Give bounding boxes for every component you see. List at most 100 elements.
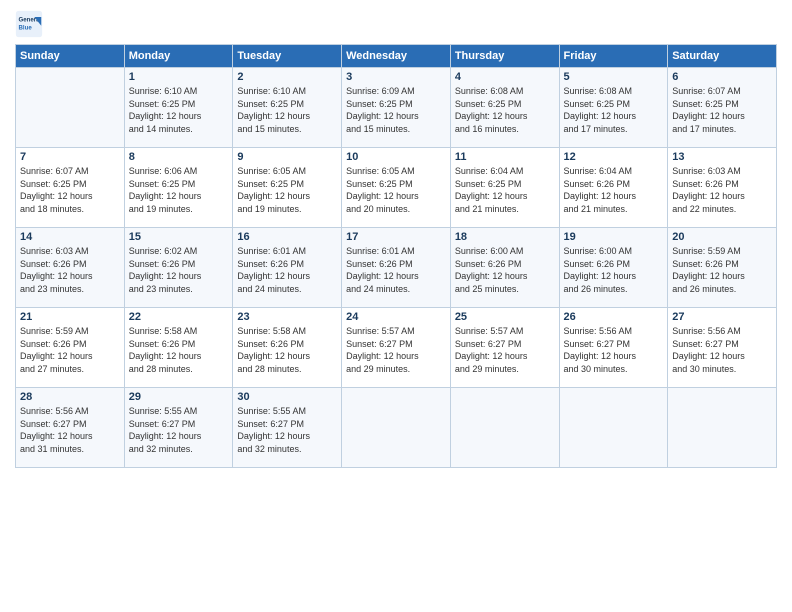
calendar-cell: 20 Sunrise: 5:59 AM Sunset: 6:26 PM Dayli… <box>668 228 777 308</box>
calendar-cell: 26 Sunrise: 5:56 AM Sunset: 6:27 PM Dayli… <box>559 308 668 388</box>
svg-text:Blue: Blue <box>19 24 33 31</box>
calendar-cell: 11 Sunrise: 6:04 AM Sunset: 6:25 PM Dayli… <box>450 148 559 228</box>
calendar-cell: 7Sunrise: 6:07 AM Sunset: 6:25 PM Daylig… <box>16 148 125 228</box>
calendar-cell: 10 Sunrise: 6:05 AM Sunset: 6:25 PM Dayli… <box>342 148 451 228</box>
weekday-header-sunday: Sunday <box>16 45 125 68</box>
week-row-1: 1 Sunrise: 6:10 AM Sunset: 6:25 PM Daylig… <box>16 68 777 148</box>
day-number: 21 <box>20 311 120 323</box>
day-number: 20 <box>672 231 772 243</box>
day-number: 23 <box>237 311 337 323</box>
day-info: Sunrise: 5:57 AM Sunset: 6:27 PM Dayligh… <box>346 325 446 375</box>
logo: General Blue <box>15 10 47 38</box>
weekday-header-wednesday: Wednesday <box>342 45 451 68</box>
day-info: Sunrise: 5:59 AM Sunset: 6:26 PM Dayligh… <box>672 245 772 295</box>
day-number: 12 <box>564 151 664 163</box>
week-row-5: 28 Sunrise: 5:56 AM Sunset: 6:27 PM Dayli… <box>16 388 777 468</box>
day-info: Sunrise: 6:01 AM Sunset: 6:26 PM Dayligh… <box>237 245 337 295</box>
calendar-cell: 28 Sunrise: 5:56 AM Sunset: 6:27 PM Dayli… <box>16 388 125 468</box>
calendar-page: General Blue SundayMondayTuesdayWednesda… <box>0 0 792 612</box>
day-info: Sunrise: 5:56 AM Sunset: 6:27 PM Dayligh… <box>20 405 120 455</box>
day-info: Sunrise: 5:55 AM Sunset: 6:27 PM Dayligh… <box>129 405 229 455</box>
day-info: Sunrise: 6:03 AM Sunset: 6:26 PM Dayligh… <box>672 165 772 215</box>
weekday-header-tuesday: Tuesday <box>233 45 342 68</box>
day-number: 6 <box>672 71 772 83</box>
weekday-header-saturday: Saturday <box>668 45 777 68</box>
calendar-cell: 9 Sunrise: 6:05 AM Sunset: 6:25 PM Daylig… <box>233 148 342 228</box>
calendar-cell <box>668 388 777 468</box>
day-info: Sunrise: 6:10 AM Sunset: 6:25 PM Dayligh… <box>129 85 229 135</box>
day-number: 29 <box>129 391 229 403</box>
day-number: 14 <box>20 231 120 243</box>
day-number: 15 <box>129 231 229 243</box>
day-info: Sunrise: 6:00 AM Sunset: 6:26 PM Dayligh… <box>564 245 664 295</box>
day-info: Sunrise: 6:07 AM Sunset: 6:25 PM Dayligh… <box>672 85 772 135</box>
calendar-cell <box>342 388 451 468</box>
day-number: 2 <box>237 71 337 83</box>
calendar-cell: 23 Sunrise: 5:58 AM Sunset: 6:26 PM Dayli… <box>233 308 342 388</box>
logo-icon: General Blue <box>15 10 43 38</box>
calendar-cell: 25Sunrise: 5:57 AM Sunset: 6:27 PM Dayli… <box>450 308 559 388</box>
day-info: Sunrise: 6:06 AM Sunset: 6:25 PM Dayligh… <box>129 165 229 215</box>
calendar-cell <box>450 388 559 468</box>
day-number: 30 <box>237 391 337 403</box>
day-number: 19 <box>564 231 664 243</box>
calendar-cell: 22 Sunrise: 5:58 AM Sunset: 6:26 PM Dayli… <box>124 308 233 388</box>
day-number: 26 <box>564 311 664 323</box>
calendar-cell: 27 Sunrise: 5:56 AM Sunset: 6:27 PM Dayli… <box>668 308 777 388</box>
day-number: 3 <box>346 71 446 83</box>
day-number: 18 <box>455 231 555 243</box>
day-info: Sunrise: 6:02 AM Sunset: 6:26 PM Dayligh… <box>129 245 229 295</box>
header: General Blue <box>15 10 777 38</box>
calendar-cell: 30 Sunrise: 5:55 AM Sunset: 6:27 PM Dayli… <box>233 388 342 468</box>
day-info: Sunrise: 5:57 AM Sunset: 6:27 PM Dayligh… <box>455 325 555 375</box>
calendar-cell: 15 Sunrise: 6:02 AM Sunset: 6:26 PM Dayli… <box>124 228 233 308</box>
week-row-2: 7Sunrise: 6:07 AM Sunset: 6:25 PM Daylig… <box>16 148 777 228</box>
weekday-header-thursday: Thursday <box>450 45 559 68</box>
day-info: Sunrise: 5:58 AM Sunset: 6:26 PM Dayligh… <box>237 325 337 375</box>
day-number: 4 <box>455 71 555 83</box>
day-info: Sunrise: 6:04 AM Sunset: 6:25 PM Dayligh… <box>455 165 555 215</box>
calendar-cell: 21 Sunrise: 5:59 AM Sunset: 6:26 PM Dayli… <box>16 308 125 388</box>
day-number: 7 <box>20 151 120 163</box>
calendar-cell: 6 Sunrise: 6:07 AM Sunset: 6:25 PM Daylig… <box>668 68 777 148</box>
calendar-cell: 2Sunrise: 6:10 AM Sunset: 6:25 PM Daylig… <box>233 68 342 148</box>
calendar-cell: 3Sunrise: 6:09 AM Sunset: 6:25 PM Daylig… <box>342 68 451 148</box>
day-info: Sunrise: 6:08 AM Sunset: 6:25 PM Dayligh… <box>455 85 555 135</box>
day-number: 1 <box>129 71 229 83</box>
day-number: 22 <box>129 311 229 323</box>
day-info: Sunrise: 5:58 AM Sunset: 6:26 PM Dayligh… <box>129 325 229 375</box>
calendar-cell <box>16 68 125 148</box>
calendar-cell: 5 Sunrise: 6:08 AM Sunset: 6:25 PM Daylig… <box>559 68 668 148</box>
day-info: Sunrise: 6:01 AM Sunset: 6:26 PM Dayligh… <box>346 245 446 295</box>
day-info: Sunrise: 6:08 AM Sunset: 6:25 PM Dayligh… <box>564 85 664 135</box>
calendar-cell: 13Sunrise: 6:03 AM Sunset: 6:26 PM Dayli… <box>668 148 777 228</box>
weekday-header-friday: Friday <box>559 45 668 68</box>
day-number: 8 <box>129 151 229 163</box>
day-number: 10 <box>346 151 446 163</box>
week-row-3: 14 Sunrise: 6:03 AM Sunset: 6:26 PM Dayli… <box>16 228 777 308</box>
day-number: 27 <box>672 311 772 323</box>
day-info: Sunrise: 5:59 AM Sunset: 6:26 PM Dayligh… <box>20 325 120 375</box>
day-number: 28 <box>20 391 120 403</box>
calendar-cell: 17 Sunrise: 6:01 AM Sunset: 6:26 PM Dayli… <box>342 228 451 308</box>
calendar-cell: 8 Sunrise: 6:06 AM Sunset: 6:25 PM Daylig… <box>124 148 233 228</box>
weekday-header-row: SundayMondayTuesdayWednesdayThursdayFrid… <box>16 45 777 68</box>
day-info: Sunrise: 5:56 AM Sunset: 6:27 PM Dayligh… <box>564 325 664 375</box>
calendar-cell: 12 Sunrise: 6:04 AM Sunset: 6:26 PM Dayli… <box>559 148 668 228</box>
day-number: 24 <box>346 311 446 323</box>
day-number: 9 <box>237 151 337 163</box>
day-number: 5 <box>564 71 664 83</box>
day-info: Sunrise: 5:56 AM Sunset: 6:27 PM Dayligh… <box>672 325 772 375</box>
day-info: Sunrise: 6:04 AM Sunset: 6:26 PM Dayligh… <box>564 165 664 215</box>
day-info: Sunrise: 6:03 AM Sunset: 6:26 PM Dayligh… <box>20 245 120 295</box>
calendar-cell: 14 Sunrise: 6:03 AM Sunset: 6:26 PM Dayli… <box>16 228 125 308</box>
day-number: 11 <box>455 151 555 163</box>
day-info: Sunrise: 6:00 AM Sunset: 6:26 PM Dayligh… <box>455 245 555 295</box>
day-number: 17 <box>346 231 446 243</box>
day-info: Sunrise: 6:05 AM Sunset: 6:25 PM Dayligh… <box>346 165 446 215</box>
day-info: Sunrise: 5:55 AM Sunset: 6:27 PM Dayligh… <box>237 405 337 455</box>
weekday-header-monday: Monday <box>124 45 233 68</box>
calendar-cell: 16Sunrise: 6:01 AM Sunset: 6:26 PM Dayli… <box>233 228 342 308</box>
day-info: Sunrise: 6:05 AM Sunset: 6:25 PM Dayligh… <box>237 165 337 215</box>
calendar-cell: 19 Sunrise: 6:00 AM Sunset: 6:26 PM Dayli… <box>559 228 668 308</box>
